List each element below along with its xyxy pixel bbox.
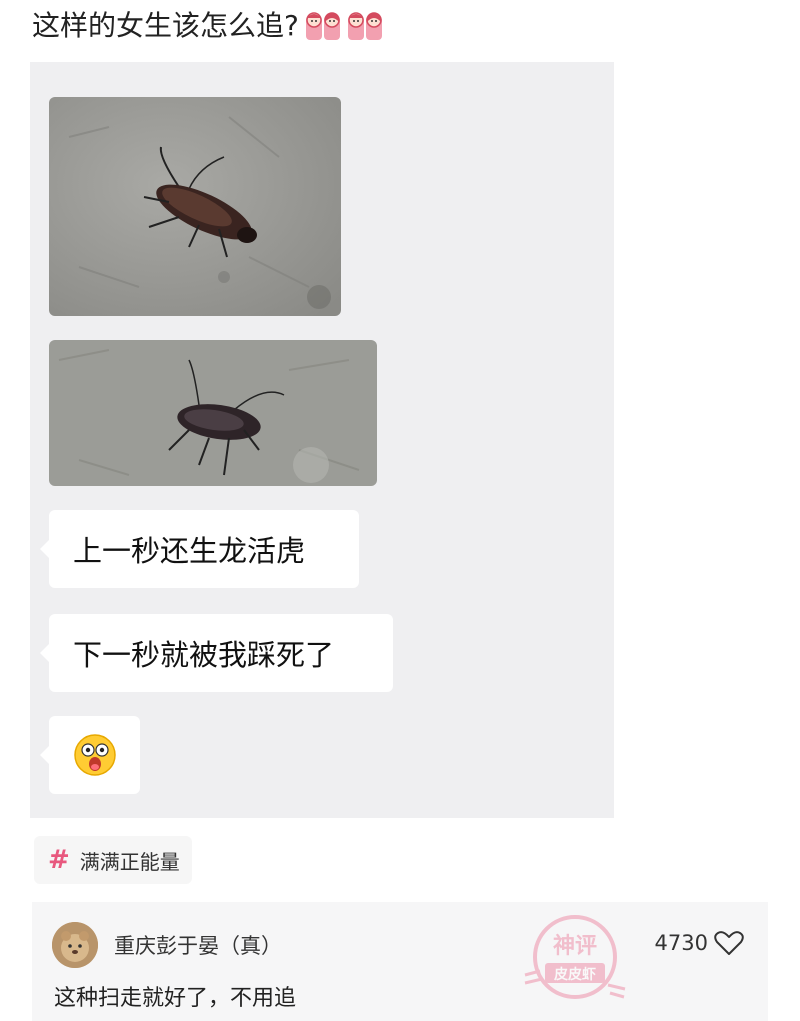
hashtag-icon: # bbox=[48, 845, 70, 875]
like-count: 4730 bbox=[654, 931, 708, 955]
comment-text: 这种扫走就好了，不用追 bbox=[54, 986, 297, 1011]
avatar[interactable] bbox=[52, 922, 98, 968]
post-title: 这样的女生该怎么追? bbox=[32, 9, 299, 42]
message-text: 上一秒还生龙活虎 bbox=[73, 534, 306, 568]
cockroach-photo-1[interactable] bbox=[49, 97, 341, 316]
watermark-line1: 神评 bbox=[553, 933, 597, 959]
message-text: 下一秒就被我踩死了 bbox=[73, 638, 335, 672]
chat-screenshot: 上一秒还生龙活虎 下一秒就被我踩死了 bbox=[30, 62, 614, 818]
top-comment: 重庆彭于晏（真） 这种扫走就好了，不用追 4730 bbox=[32, 902, 768, 1021]
topic-tag-label: 满满正能量 bbox=[79, 849, 180, 874]
topic-tag[interactable]: # 满满正能量 bbox=[34, 836, 192, 884]
like-button[interactable]: 4730 bbox=[655, 930, 744, 956]
watermark-line2: 皮皮虾 bbox=[553, 966, 596, 983]
shocked-face-emoji-icon bbox=[73, 734, 116, 776]
couple-emoji-icon bbox=[347, 8, 383, 44]
watermark-stamp: 神评 皮皮虾 bbox=[524, 915, 626, 999]
post-page: 这样的女生该怎么追? 上一秒还生龙活虎 下一秒就被我踩死了 # 满满正能量 重庆… bbox=[0, 0, 800, 1021]
chat-bubble: 上一秒还生龙活虎 bbox=[40, 510, 359, 588]
cockroach-photo-2[interactable] bbox=[49, 340, 377, 486]
chat-bubble bbox=[40, 716, 140, 794]
chat-bubble: 下一秒就被我踩死了 bbox=[40, 614, 393, 692]
couple-emoji-icon bbox=[305, 8, 341, 44]
heart-icon bbox=[714, 931, 744, 955]
post-title-row: 这样的女生该怎么追? bbox=[32, 6, 383, 46]
commenter-name[interactable]: 重庆彭于晏（真） bbox=[114, 930, 282, 960]
